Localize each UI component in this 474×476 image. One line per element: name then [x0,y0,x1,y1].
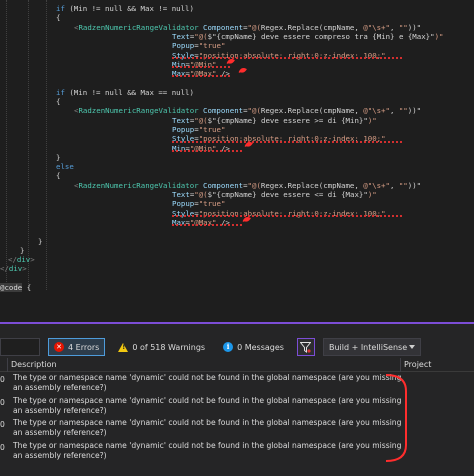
error-code: 0 [0,442,5,452]
errors-filter-button[interactable]: ✕ 4 Errors [48,338,106,356]
code-token: "" [398,106,408,116]
error-description: The type or namespace name 'dynamic' cou… [13,373,402,392]
build-intellisense-label: Build + IntelliSense [328,342,408,352]
code-line[interactable]: { [56,11,60,24]
code-token: $"{cmpName} deve essere <= di {Max}" [207,190,368,199]
code-token: (Min != null && Max != null) [64,4,194,13]
error-squiggle [172,140,402,143]
code-line[interactable]: } [38,235,42,248]
error-description: The type or namespace name 'dynamic' cou… [13,395,402,415]
error-description: The type or namespace name 'dynamic' cou… [13,418,402,437]
error-squiggle [172,224,242,227]
indent-guide [6,0,7,290]
red-annotation-mark [237,63,248,77]
error-squiggle [172,214,402,217]
code-line[interactable]: if (Min != null && Max != null) [56,2,194,15]
column-header-project[interactable]: Project [404,360,431,369]
code-token: $"{cmpName} deve essere >= di {Min}" [207,115,368,125]
code-token: @code [0,283,23,292]
error-list-toolbar: ✕ 4 Errors 0 of 518 Warnings i 0 Message… [0,336,474,358]
code-token: } [38,236,43,246]
code-token: > [22,264,27,274]
column-header-code[interactable] [0,358,8,372]
red-bracket-annotation [385,374,407,462]
info-icon: i [223,342,234,352]
messages-count-label: 0 Messages [237,342,284,352]
code-token: )" [367,115,377,125]
messages-filter-button[interactable]: i 0 Messages [218,338,289,356]
code-token: , [389,106,399,116]
error-description: The type or namespace name 'dynamic' cou… [13,440,402,460]
code-editor[interactable]: if (Min != null && Max != null){<RadzenN… [0,0,474,320]
code-line[interactable]: </div> [0,262,27,275]
code-line[interactable]: Max="@Max" /> [172,67,230,80]
code-token: { [22,283,32,292]
code-token: )" [367,190,377,199]
build-intellisense-dropdown[interactable]: Build + IntelliSense [322,338,421,356]
code-token: div [8,264,23,274]
code-token: "" [398,180,408,190]
error-list-panel: ✕ 4 Errors 0 of 518 Warnings i 0 Message… [0,324,474,476]
warning-icon [118,342,129,352]
red-annotation-mark [243,138,254,152]
error-code: 0 [0,420,5,429]
error-code: 0 [0,375,5,384]
code-token: </ [0,264,9,274]
error-squiggle [172,149,242,152]
code-line[interactable]: if (Min != null && Max == null) [56,86,194,99]
filter-toggle-button[interactable] [296,338,315,356]
code-line[interactable]: Min="@Min" /> [172,142,230,155]
code-token: ))" [407,180,422,190]
error-squiggle [172,56,402,59]
error-code: 0 [0,397,5,407]
code-token: )" [434,31,444,41]
warnings-filter-button[interactable]: 0 of 518 Warnings [113,338,210,356]
code-token: { [56,171,61,181]
code-token: { [56,13,61,23]
indent-guide [46,0,47,290]
code-line[interactable]: { [56,95,60,108]
error-squiggle [172,75,232,78]
code-token: $"{cmpName} deve essere compreso tra {Mi… [207,31,435,41]
column-separator[interactable] [400,358,401,372]
code-token: (Min != null && Max == null) [64,87,194,97]
code-token: , [389,180,399,190]
error-squiggle [172,66,232,69]
indent-guide [28,0,29,290]
code-token: { [56,97,61,106]
column-header-description[interactable]: Description [11,360,57,369]
errors-count-label: 4 Errors [68,342,100,352]
code-token: > [30,255,35,265]
warnings-count-label: 0 of 518 Warnings [132,342,206,352]
code-line[interactable]: @code { [0,281,31,294]
code-line[interactable]: { [56,169,60,182]
filter-icon [300,341,312,353]
code-line[interactable]: Max="@Max" /> [172,216,230,229]
error-list-header: Description Project [0,358,474,372]
error-icon: ✕ [54,342,64,352]
chevron-down-icon [408,345,415,349]
scope-dropdown[interactable] [0,338,40,356]
code-token: ))" [407,106,422,116]
